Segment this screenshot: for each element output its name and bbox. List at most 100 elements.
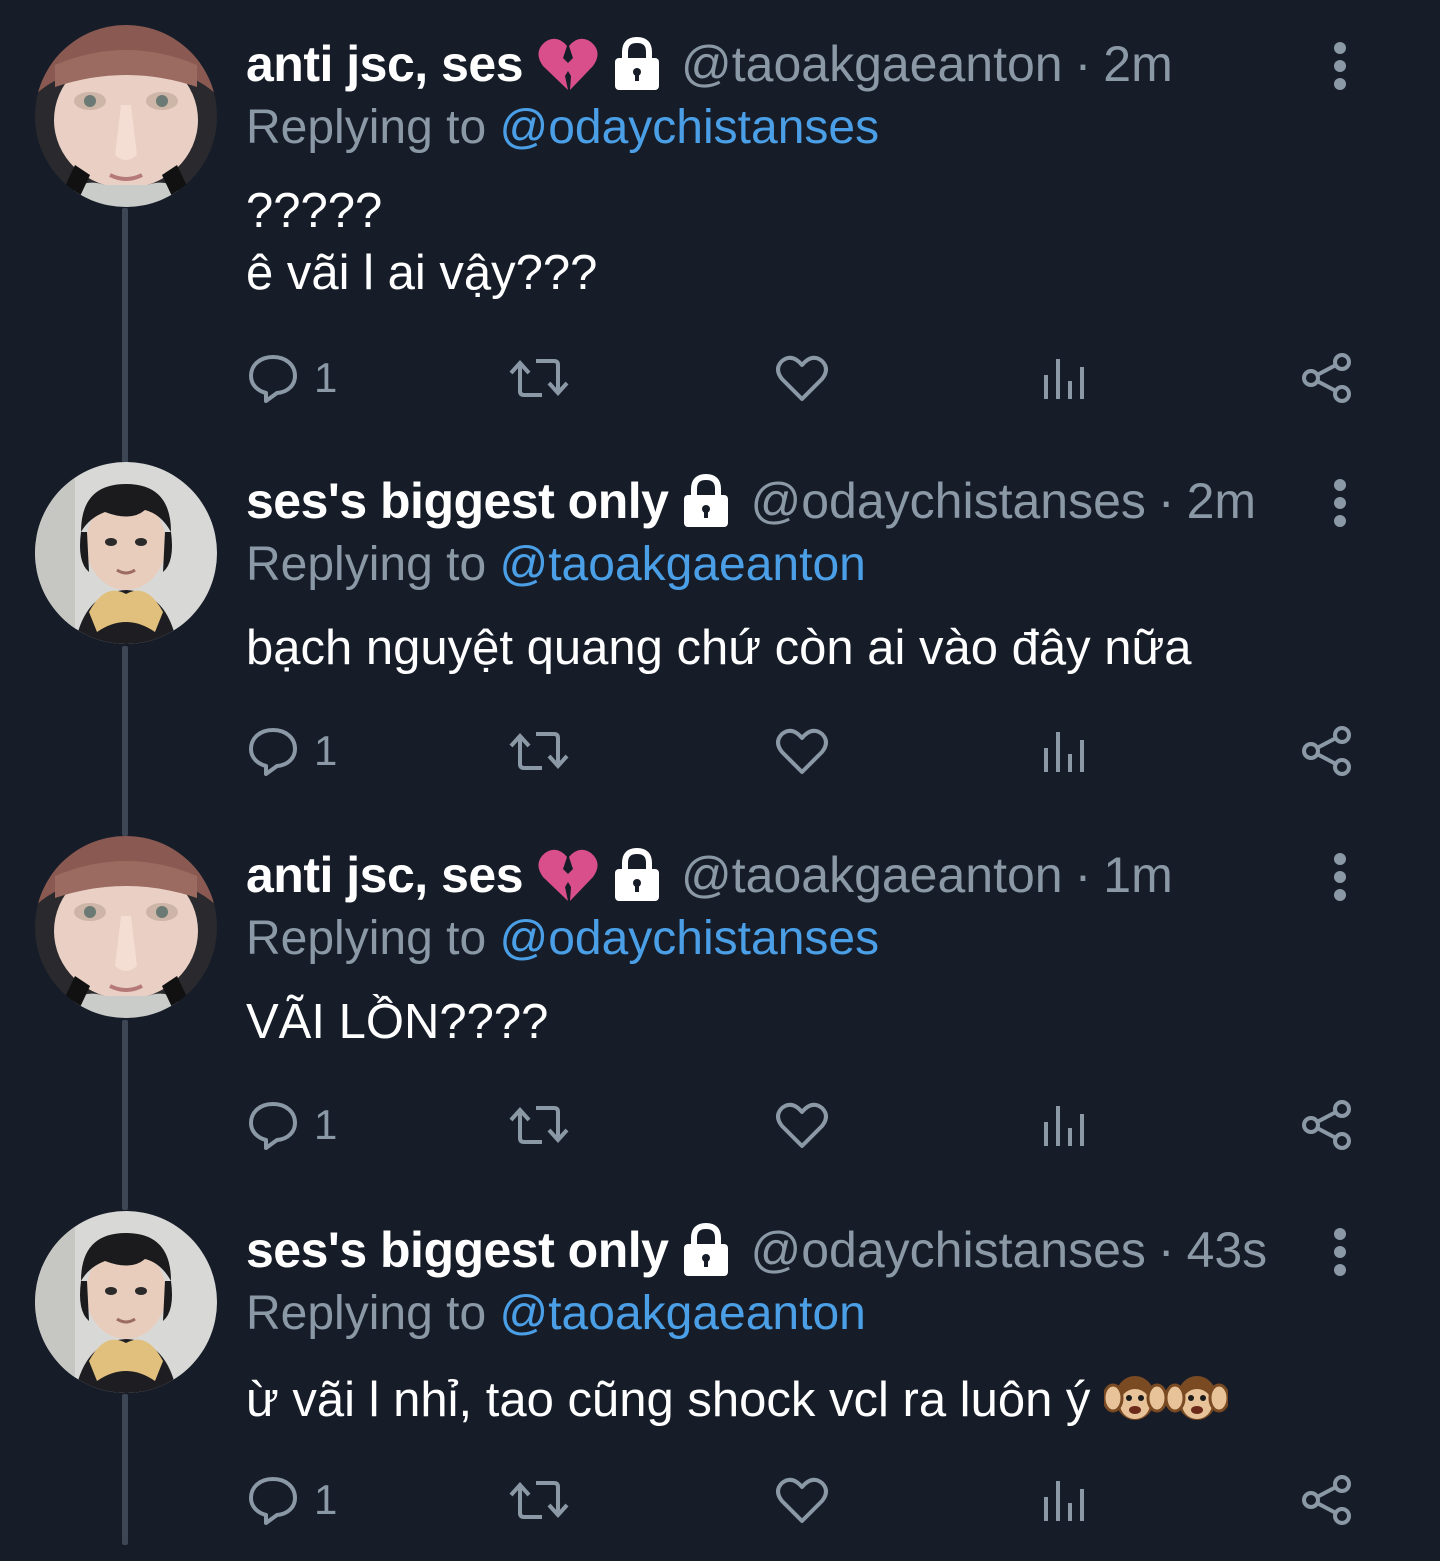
retweet-icon [509,1481,569,1519]
separator-dot: · [1074,847,1092,903]
avatar[interactable] [35,1211,217,1393]
replying-to-label: Replying to [246,912,487,965]
analytics-icon [1044,1106,1084,1146]
retweet-button[interactable] [508,721,570,781]
like-button[interactable] [774,1095,830,1155]
lock-icon [611,847,663,903]
tweet-text: ừ vãi l nhỉ, tao cũng shock vcl ra luôn … [246,1373,1091,1427]
replying-to-label: Replying to [246,538,487,591]
tweet[interactable]: anti jsc, ses @taoakgaeanton [0,0,1440,403]
share-icon [1302,726,1351,776]
tweet-text: VÃI LỒN???? [246,995,549,1049]
tweet-header: ses's biggest only @odaychistanses · 2m [246,467,1400,535]
separator-dot: · [1074,36,1092,92]
like-button[interactable] [774,1470,830,1530]
timestamp[interactable]: 1m [1103,841,1172,909]
tweet[interactable]: ses's biggest only @odaychistanses · 43s [0,1186,1440,1561]
reply-icon [249,728,297,776]
retweet-icon [509,732,569,770]
separator-dot: · [1157,1222,1175,1278]
analytics-icon [1044,1481,1084,1521]
reply-icon [249,1102,297,1150]
tweet[interactable]: anti jsc, ses @taoakgaeanton [0,811,1440,1186]
like-icon [776,355,828,401]
more-options-icon[interactable] [1330,851,1350,903]
share-button[interactable] [1300,348,1354,408]
analytics-button[interactable] [1040,1095,1088,1155]
tweet-header: ses's biggest only @odaychistanses · 43s [246,1216,1400,1284]
timestamp[interactable]: 2m [1187,467,1256,535]
retweet-button[interactable] [508,1470,570,1530]
more-options-icon[interactable] [1330,40,1350,92]
user-handle[interactable]: @odaychistanses [750,1216,1145,1284]
analytics-icon [1044,732,1084,772]
share-icon [1302,1100,1351,1150]
reply-icon [249,1477,297,1525]
like-icon [776,728,828,774]
reply-button[interactable]: 1 [246,348,337,408]
more-options-icon[interactable] [1330,1226,1350,1278]
tweet-actions: 1 [246,348,1356,408]
broken-heart-emoji [537,36,599,92]
replying-to: Replying to @taoakgaeanton [246,535,1400,595]
reply-count: 1 [314,727,338,774]
user-handle[interactable]: @taoakgaeanton [681,30,1063,98]
reply-count: 1 [314,354,338,401]
display-name[interactable]: ses's biggest only [246,1216,669,1284]
tweet-actions: 1 [246,1470,1356,1530]
like-button[interactable] [774,721,830,781]
replying-to-user-link[interactable]: @taoakgaeanton [499,1287,865,1340]
replying-to: Replying to @odaychistanses [246,909,1400,969]
reply-count: 1 [314,1476,338,1523]
replying-to-user-link[interactable]: @taoakgaeanton [499,538,865,591]
replying-to-label: Replying to [246,1287,487,1340]
user-handle[interactable]: @taoakgaeanton [681,841,1063,909]
lock-icon [611,36,663,92]
tweet[interactable]: ses's biggest only @odaychistanses · 2m [0,437,1440,812]
separator-dot: · [1157,473,1175,529]
display-name[interactable]: anti jsc, ses [246,841,524,909]
lock-icon [680,473,732,529]
analytics-button[interactable] [1040,348,1088,408]
hear-no-evil-monkey-emoji [1102,1366,1168,1426]
reply-count: 1 [314,1101,338,1148]
avatar[interactable] [35,836,217,1018]
reply-button[interactable]: 1 [246,1470,337,1530]
replying-to-user-link[interactable]: @odaychistanses [499,101,879,154]
replying-to: Replying to @taoakgaeanton [246,1284,1400,1344]
broken-heart-emoji [537,847,599,903]
tweet-actions: 1 [246,721,1356,781]
reply-button[interactable]: 1 [246,1095,337,1155]
user-handle[interactable]: @odaychistanses [750,467,1145,535]
replying-to-user-link[interactable]: @odaychistanses [499,912,879,965]
more-options-icon[interactable] [1330,477,1350,529]
avatar[interactable] [35,25,217,207]
hear-no-evil-monkey-emoji [1164,1366,1230,1426]
analytics-button[interactable] [1040,721,1088,781]
like-button[interactable] [774,348,830,408]
share-button[interactable] [1300,721,1354,781]
tweet-header: anti jsc, ses @taoakgaeanton [246,30,1400,98]
retweet-button[interactable] [508,348,570,408]
lock-icon [680,1222,732,1278]
like-icon [776,1102,828,1148]
like-icon [776,1477,828,1523]
share-button[interactable] [1300,1470,1354,1530]
reply-button[interactable]: 1 [246,721,337,781]
timestamp[interactable]: 2m [1103,30,1172,98]
avatar[interactable] [35,462,217,644]
retweet-button[interactable] [508,1095,570,1155]
share-icon [1302,353,1351,403]
reply-icon [249,355,297,403]
share-button[interactable] [1300,1095,1354,1155]
replying-to-label: Replying to [246,101,487,154]
share-icon [1302,1475,1351,1525]
display-name[interactable]: ses's biggest only [246,467,669,535]
timeline: anti jsc, ses @taoakgaeanton · 2m Replyi… [0,0,1440,1545]
display-name[interactable]: anti jsc, ses [246,30,524,98]
analytics-icon [1044,359,1084,399]
retweet-icon [509,1106,569,1144]
tweet-text-container: ừ vãi l nhỉ, tao cũng shock vcl ra luôn … [246,1366,1400,1431]
analytics-button[interactable] [1040,1470,1088,1530]
timestamp[interactable]: 43s [1187,1216,1268,1284]
